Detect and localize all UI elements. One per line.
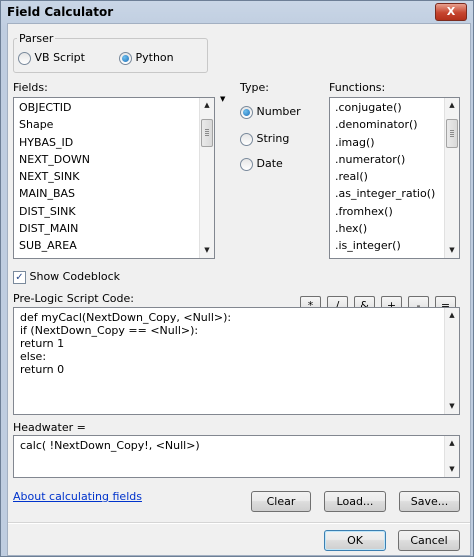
load-button[interactable]: Load...	[324, 491, 386, 512]
code-line: return 0	[20, 363, 65, 376]
clear-button[interactable]: Clear	[251, 491, 311, 512]
functions-label: Functions:	[329, 81, 386, 94]
string-label: String	[256, 132, 290, 145]
scroll-down-icon[interactable]: ▼	[445, 243, 459, 258]
close-button[interactable]: X	[435, 3, 467, 21]
type-option-date[interactable]: Date	[240, 157, 283, 171]
field-list-item[interactable]: MAIN_BAS	[14, 185, 214, 202]
type-label: Type:	[240, 81, 269, 94]
close-icon: X	[446, 5, 456, 18]
fields-list[interactable]: OBJECTID Shape HYBAS_ID NEXT_DOWN NEXT_SINK M…	[13, 97, 215, 259]
fields-scrollbar[interactable]: ▲ ▼	[199, 98, 214, 258]
parser-legend: Parser	[17, 32, 56, 45]
type-option-number[interactable]: Number	[240, 105, 301, 119]
scroll-up-icon[interactable]: ▲	[445, 436, 459, 451]
functions-list[interactable]: .conjugate() .denominator() .imag() .numera…	[329, 97, 460, 259]
field-list-item[interactable]: OBJECTID	[14, 99, 214, 116]
field-calculator-window: Field Calculator X Parser VB Script Pyth…	[0, 0, 474, 557]
field-list-item[interactable]: DIST_SINK	[14, 203, 214, 220]
scroll-down-icon[interactable]: ▼	[445, 462, 459, 477]
code-line: else:	[20, 350, 47, 363]
field-list-item[interactable]: NEXT_DOWN	[14, 151, 214, 168]
scroll-up-icon[interactable]: ▲	[200, 98, 214, 113]
code-line: if (NextDown_Copy == <Null>):	[20, 324, 199, 337]
field-list-item[interactable]: HYBAS_ID	[14, 134, 214, 151]
date-label: Date	[256, 157, 283, 170]
dialog-body: Parser VB Script Python Fields: OBJECTID…	[7, 23, 471, 556]
expression-scrollbar[interactable]: ▲ ▼	[444, 436, 459, 477]
function-list-item[interactable]: .fromhex()	[330, 203, 459, 220]
function-list-item[interactable]: .as_integer_ratio()	[330, 185, 459, 202]
python-label: Python	[135, 51, 174, 64]
python-radio[interactable]	[119, 51, 132, 65]
scroll-up-icon[interactable]: ▲	[445, 308, 459, 323]
date-radio[interactable]	[240, 157, 253, 171]
about-calculating-fields-link[interactable]: About calculating fields	[13, 490, 142, 503]
field-list-item[interactable]: SUB_AREA	[14, 237, 214, 254]
function-list-item[interactable]: .denominator()	[330, 116, 459, 133]
title-bar[interactable]: Field Calculator X	[1, 1, 473, 23]
code-line: def myCacl(NextDown_Copy, <Null>):	[20, 311, 232, 324]
cancel-button[interactable]: Cancel	[398, 530, 460, 551]
show-codeblock[interactable]: ✓ Show Codeblock	[13, 270, 120, 284]
function-list-item[interactable]: math.acos()	[330, 255, 459, 258]
type-option-string[interactable]: String	[240, 132, 289, 146]
fields-scroll-thumb[interactable]	[201, 119, 213, 147]
ok-button[interactable]: OK	[324, 530, 386, 551]
functions-scrollbar[interactable]: ▲ ▼	[444, 98, 459, 258]
parser-option-python[interactable]: Python	[119, 51, 174, 65]
vbscript-label: VB Script	[34, 51, 85, 64]
scroll-down-icon[interactable]: ▼	[445, 399, 459, 414]
window-title: Field Calculator	[7, 5, 114, 19]
code-line: return 1	[20, 337, 65, 350]
function-list-item[interactable]: .hex()	[330, 220, 459, 237]
parser-option-vbscript[interactable]: VB Script	[18, 51, 85, 65]
function-list-item[interactable]: .numerator()	[330, 151, 459, 168]
fields-label: Fields:	[13, 81, 48, 94]
function-list-item[interactable]: .is_integer()	[330, 237, 459, 254]
number-label: Number	[256, 105, 301, 118]
string-radio[interactable]	[240, 132, 253, 146]
prelogic-label: Pre-Logic Script Code:	[13, 292, 134, 305]
field-list-item[interactable]: NEXT_SINK	[14, 168, 214, 185]
functions-scroll-thumb[interactable]	[446, 119, 458, 148]
show-codeblock-checkbox[interactable]: ✓	[13, 270, 26, 284]
show-codeblock-label: Show Codeblock	[29, 270, 121, 283]
scroll-down-icon[interactable]: ▼	[200, 243, 214, 258]
expression-label: Headwater =	[13, 421, 86, 434]
expression-text: calc( !NextDown_Copy!, <Null>)	[20, 439, 200, 452]
number-radio[interactable]	[240, 105, 253, 119]
field-list-item[interactable]: DIST_MAIN	[14, 220, 214, 237]
save-button[interactable]: Save...	[399, 491, 460, 512]
vbscript-radio[interactable]	[18, 51, 31, 65]
expression-input[interactable]: calc( !NextDown_Copy!, <Null>) ▲ ▼	[13, 435, 460, 478]
function-list-item[interactable]: .conjugate()	[330, 99, 459, 116]
function-list-item[interactable]: .imag()	[330, 134, 459, 151]
scroll-up-icon[interactable]: ▲	[445, 98, 459, 113]
function-list-item[interactable]: .real()	[330, 168, 459, 185]
sort-dropdown-icon[interactable]: ▼	[220, 95, 225, 103]
field-list-item[interactable]: Shape	[14, 116, 214, 133]
prelogic-code-input[interactable]: def myCacl(NextDown_Copy, <Null>): if (N…	[13, 307, 460, 415]
prelogic-scrollbar[interactable]: ▲ ▼	[444, 308, 459, 414]
divider	[8, 522, 470, 524]
